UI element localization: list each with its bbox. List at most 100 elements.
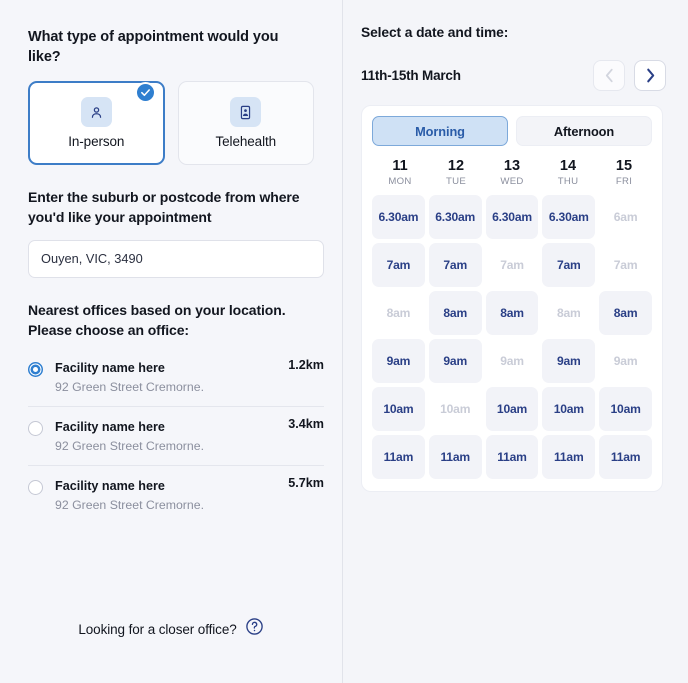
day-header-fri: 15 FRI	[596, 158, 652, 187]
appointment-type-telehealth[interactable]: Telehealth	[177, 81, 314, 166]
office-radio[interactable]	[28, 480, 43, 496]
appointment-booking-screen: What type of appointment would you like?…	[0, 0, 688, 683]
time-slot-row: 7am 7am 7am 7am 7am	[372, 243, 652, 287]
check-circle-icon	[134, 82, 156, 104]
tab-morning[interactable]: Morning	[372, 116, 508, 146]
time-slot-row: 9am 9am 9am 9am 9am	[372, 339, 652, 383]
day-name: MON	[388, 176, 412, 187]
time-slot-unavailable: 7am	[500, 258, 524, 272]
day-number: 12	[447, 158, 465, 174]
time-slot-available[interactable]: 11am	[542, 435, 596, 479]
time-slot-row: 11am 11am 11am 11am 11am	[372, 435, 652, 479]
time-slot-available[interactable]: 8am	[485, 291, 539, 335]
time-slot-grid: 6.30am 6.30am 6.30am 6.30am 6am 7am 7am 7am 7am 7…	[372, 195, 652, 479]
day-number: 13	[503, 158, 521, 174]
time-slot-available[interactable]: 11am	[428, 435, 482, 479]
day-number: 14	[559, 158, 577, 174]
next-week-button[interactable]	[634, 60, 666, 91]
date-time-panel: Select a date and time: 11th-15th March …	[343, 0, 688, 683]
time-slot-unavailable: 10am	[440, 402, 471, 416]
date-range-row: 11th-15th March	[361, 60, 666, 91]
office-name: Facility name here	[55, 361, 165, 376]
closer-office-text: Looking for a closer office?	[78, 621, 237, 637]
date-time-title: Select a date and time:	[361, 25, 509, 40]
office-distance: 1.2km	[288, 358, 324, 373]
time-slot-available[interactable]: 11am	[372, 435, 425, 479]
office-option[interactable]: Facility name here 92 Green Street Cremo…	[28, 407, 324, 467]
time-slot-available[interactable]: 11am	[485, 435, 539, 479]
time-slot-available[interactable]: 10am	[542, 387, 596, 431]
appointment-type-in-person[interactable]: In-person	[28, 81, 165, 166]
date-range-label: 11th-15th March	[361, 68, 461, 83]
tab-afternoon[interactable]: Afternoon	[516, 116, 652, 146]
day-name: TUE	[445, 176, 467, 187]
time-slot-unavailable: 8am	[556, 306, 581, 320]
time-slot-row: 10am 10am 10am 10am 10am	[372, 387, 652, 431]
office-name: Facility name here	[55, 479, 165, 494]
time-slot-available[interactable]: 6.30am	[542, 195, 596, 239]
calendar-card: Morning Afternoon 11 MON 12 TUE 13 WED 1…	[361, 105, 663, 492]
time-slot-available[interactable]: 10am	[599, 387, 652, 431]
office-address: 92 Green Street Cremorne.	[55, 380, 204, 395]
question-circle-icon[interactable]	[245, 617, 264, 641]
time-slot-unavailable: 8am	[386, 306, 411, 320]
closer-office-help[interactable]: Looking for a closer office?	[0, 617, 342, 641]
day-number: 11	[392, 158, 408, 174]
time-of-day-toggle: Morning Afternoon	[372, 116, 652, 146]
time-slot-row: 8am 8am 8am 8am 8am	[372, 291, 652, 335]
time-slot-available[interactable]: 6.30am	[428, 195, 482, 239]
day-header-thu: 14 THU	[540, 158, 596, 187]
time-slot-available[interactable]: 6.30am	[372, 195, 425, 239]
office-info: Facility name here 92 Green Street Cremo…	[55, 479, 324, 512]
day-name: FRI	[615, 176, 633, 187]
time-slot-available[interactable]: 11am	[599, 435, 652, 479]
time-slot-available[interactable]: 8am	[599, 291, 652, 335]
time-slot-unavailable: 9am	[500, 354, 524, 368]
day-header-mon: 11 MON	[372, 158, 428, 187]
day-headers: 11 MON 12 TUE 13 WED 14 THU 15 FRI	[372, 158, 652, 187]
offices-list: Facility name here 92 Green Street Cremo…	[28, 348, 324, 524]
office-distance: 5.7km	[288, 476, 324, 491]
time-slot-available[interactable]: 10am	[372, 387, 425, 431]
previous-week-button[interactable]	[593, 60, 625, 91]
office-address: 92 Green Street Cremorne.	[55, 498, 204, 513]
time-slot-unavailable: 6am	[613, 210, 638, 224]
appointment-type-label: Telehealth	[215, 134, 277, 150]
time-slot-available[interactable]: 7am	[372, 243, 425, 287]
office-radio-selected[interactable]	[28, 362, 43, 378]
week-navigation	[593, 60, 666, 91]
appointment-type-question: What type of appointment would you like?	[28, 29, 279, 65]
time-slot-available[interactable]: 9am	[372, 339, 425, 383]
time-slot-available[interactable]: 9am	[428, 339, 482, 383]
office-radio[interactable]	[28, 421, 43, 437]
appointment-type-label: In-person	[68, 134, 125, 150]
day-header-wed: 13 WED	[484, 158, 540, 187]
day-header-tue: 12 TUE	[428, 158, 484, 187]
office-info: Facility name here 92 Green Street Cremo…	[55, 361, 324, 394]
appointment-details-panel: What type of appointment would you like?…	[0, 0, 343, 683]
day-name: WED	[500, 176, 524, 187]
suburb-input[interactable]: Ouyen, VIC, 3490	[28, 239, 324, 278]
time-slot-row: 6.30am 6.30am 6.30am 6.30am 6am	[372, 195, 652, 239]
time-slot-available[interactable]: 6.30am	[485, 195, 539, 239]
day-number: 15	[615, 158, 633, 174]
time-slot-available[interactable]: 10am	[485, 387, 539, 431]
office-option[interactable]: Facility name here 92 Green Street Cremo…	[28, 348, 324, 408]
office-info: Facility name here 92 Green Street Cremo…	[55, 420, 324, 453]
telehealth-device-icon	[230, 97, 262, 128]
time-slot-available[interactable]: 7am	[428, 243, 482, 287]
time-slot-available[interactable]: 9am	[542, 339, 596, 383]
time-slot-available[interactable]: 8am	[428, 291, 482, 335]
office-name: Facility name here	[55, 420, 165, 435]
time-slot-unavailable: 9am	[613, 354, 638, 368]
office-address: 92 Green Street Cremorne.	[55, 439, 204, 454]
suburb-field-label: Enter the suburb or postcode from where …	[28, 189, 300, 226]
time-slot-unavailable: 7am	[613, 258, 638, 272]
office-distance: 3.4km	[288, 417, 324, 432]
time-slot-available[interactable]: 7am	[542, 243, 596, 287]
office-option[interactable]: Facility name here 92 Green Street Cremo…	[28, 466, 324, 524]
appointment-type-options: In-person Telehealth	[28, 81, 314, 166]
day-name: THU	[557, 176, 579, 187]
person-icon	[80, 97, 112, 128]
offices-list-label: Nearest offices based on your location. …	[28, 301, 286, 339]
